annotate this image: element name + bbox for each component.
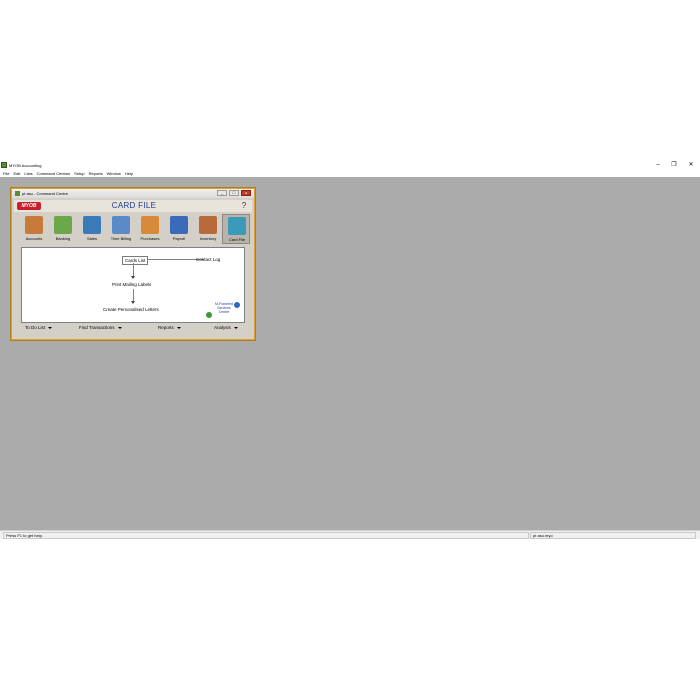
connector-line <box>133 263 134 277</box>
command-centre-title: pt asu - Command Centre <box>22 191 69 196</box>
menu-command-centres[interactable]: Command Centres <box>37 171 71 176</box>
document-icon <box>15 191 20 196</box>
sales-icon <box>83 216 101 234</box>
cc-inventory[interactable]: Inventory <box>194 214 222 244</box>
close-button[interactable]: ✕ <box>683 160 699 170</box>
services-globe-icon <box>206 312 212 318</box>
analysis-button[interactable]: Analysis <box>214 325 238 330</box>
restore-button[interactable]: ❐ <box>666 160 682 170</box>
arrow-down-icon <box>131 301 135 304</box>
command-centre-bottombar: To Do List Find Transactions Reports Ana… <box>16 325 252 335</box>
cc-payroll[interactable]: Payroll <box>165 214 193 244</box>
status-file-name: pt asu.myo <box>530 532 696 539</box>
menu-edit[interactable]: Edit <box>13 171 20 176</box>
command-centre-titlebar: pt asu - Command Centre _ □ x <box>12 189 254 198</box>
chevron-down-icon <box>233 326 238 329</box>
purchases-icon <box>141 216 159 234</box>
mdi-workspace: pt asu - Command Centre _ □ x MYOB CARD … <box>0 177 700 530</box>
minimize-button[interactable]: – <box>650 160 666 170</box>
create-personalised-letters-link[interactable]: Create Personalised Letters <box>103 307 159 312</box>
info-icon <box>234 302 240 308</box>
card-file-icon <box>228 217 246 235</box>
cc-maximize-button[interactable]: □ <box>229 190 239 196</box>
cc-banking[interactable]: Banking <box>49 214 77 244</box>
menu-lists[interactable]: Lists <box>24 171 32 176</box>
menubar: File Edit Lists Command Centres Setup Re… <box>0 170 700 177</box>
status-help-text: Press F1 to get help. <box>3 532 529 539</box>
cc-sales[interactable]: Sales <box>78 214 106 244</box>
find-transactions-label: Find Transactions <box>79 325 115 330</box>
chevron-down-icon <box>48 326 53 329</box>
cc-minimize-button[interactable]: _ <box>217 190 227 196</box>
reports-label: Reports <box>158 325 174 330</box>
chevron-down-icon <box>176 326 181 329</box>
m-powered-services-label: M-Powered Services Centre <box>215 302 233 314</box>
to-do-list-label: To Do List <box>25 325 46 330</box>
banking-icon <box>54 216 72 234</box>
command-centre-icons: Accounts Banking Sales Time Billing Purc… <box>18 214 250 244</box>
payroll-icon <box>170 216 188 234</box>
cards-list-link[interactable]: Cards List <box>122 256 149 265</box>
menu-setup[interactable]: Setup <box>74 171 84 176</box>
analysis-label: Analysis <box>214 325 231 330</box>
menu-window[interactable]: Window <box>107 171 121 176</box>
app-window: MYOB Accounting – ❐ ✕ File Edit Lists Co… <box>0 160 700 539</box>
command-centre-heading: CARD FILE <box>111 201 157 210</box>
to-do-list-button[interactable]: To Do List <box>25 325 53 330</box>
find-transactions-button[interactable]: Find Transactions <box>79 325 122 330</box>
app-titlebar: MYOB Accounting – ❐ ✕ <box>0 160 700 170</box>
myob-logo: MYOB <box>17 202 41 210</box>
cc-close-button[interactable]: x <box>241 190 251 196</box>
inventory-icon <box>199 216 217 234</box>
help-icon[interactable]: ? <box>239 201 249 211</box>
time-billing-icon <box>112 216 130 234</box>
accounts-icon <box>25 216 43 234</box>
cc-time-billing[interactable]: Time Billing <box>107 214 135 244</box>
reports-button[interactable]: Reports <box>158 325 181 330</box>
myob-app-icon <box>1 162 7 168</box>
card-file-panel: Cards List Contact Log Print Mailing Lab… <box>21 247 245 323</box>
menu-help[interactable]: Help <box>125 171 133 176</box>
statusbar: Press F1 to get help. pt asu.myo <box>0 530 700 539</box>
print-mailing-labels-link[interactable]: Print Mailing Labels <box>112 282 151 287</box>
m-powered-services-badge[interactable]: M-Powered Services Centre <box>206 302 242 320</box>
contact-log-link[interactable]: Contact Log <box>196 257 220 262</box>
command-centre-window: pt asu - Command Centre _ □ x MYOB CARD … <box>11 188 255 340</box>
arrow-down-icon <box>131 276 135 279</box>
command-centre-header: MYOB CARD FILE ? <box>14 200 252 212</box>
cc-purchases[interactable]: Purchases <box>136 214 164 244</box>
menu-file[interactable]: File <box>3 171 9 176</box>
app-title: MYOB Accounting <box>9 162 42 168</box>
cc-accounts[interactable]: Accounts <box>20 214 48 244</box>
cc-card-file[interactable]: Card File <box>222 214 250 244</box>
cc-card-file-label: Card File <box>228 237 246 242</box>
menu-reports[interactable]: Reports <box>89 171 103 176</box>
chevron-down-icon <box>117 326 122 329</box>
